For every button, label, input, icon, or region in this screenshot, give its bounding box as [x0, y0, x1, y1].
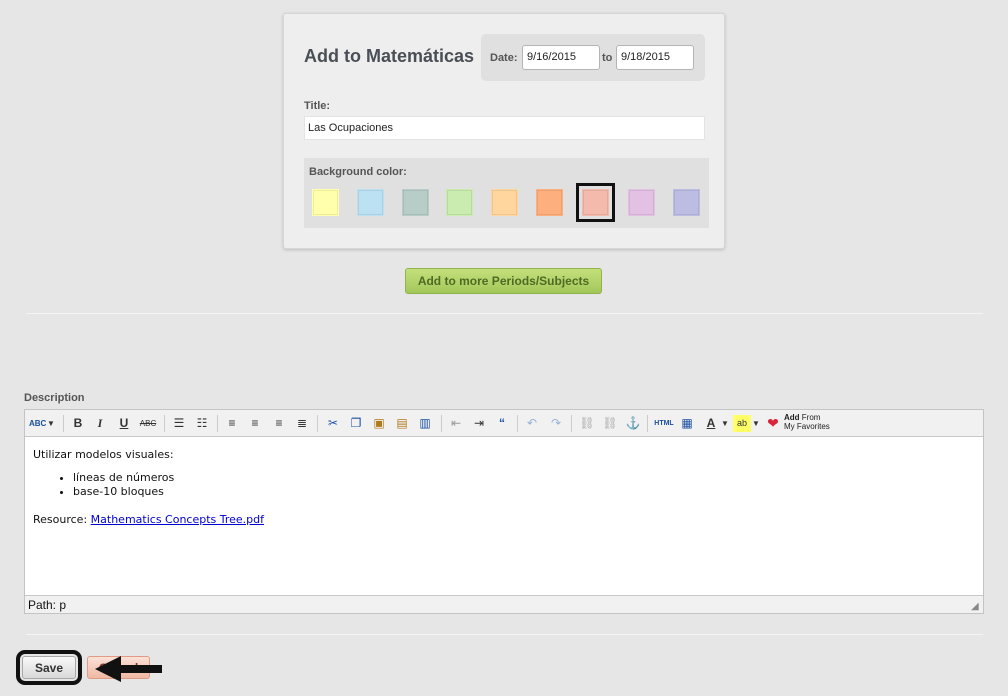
- bold-icon[interactable]: B: [70, 415, 86, 432]
- spellcheck-icon[interactable]: ABC: [29, 415, 46, 432]
- add-to-more-periods-button[interactable]: Add to more Periods/Subjects: [405, 268, 602, 294]
- toolbar-separator: [217, 415, 218, 432]
- html-source-icon[interactable]: HTML: [652, 415, 676, 432]
- list-item: base-10 bloques: [73, 485, 975, 499]
- chevron-down-icon[interactable]: ▼: [721, 415, 729, 432]
- redo-icon[interactable]: ↷: [547, 415, 565, 432]
- description-label: Description: [24, 392, 85, 404]
- title-input[interactable]: Las Ocupaciones: [304, 116, 705, 140]
- toolbar-separator: [441, 415, 442, 432]
- color-swatch-orange[interactable]: [536, 189, 563, 216]
- add-label: Add: [784, 413, 800, 422]
- editor-statusbar: Path: p ◢: [25, 595, 983, 613]
- indent-icon[interactable]: ⇥: [470, 415, 488, 432]
- chevron-down-icon[interactable]: ▼: [47, 415, 55, 432]
- add-to-subject-card: Add to Matemáticas Date: 9/16/2015 to 9/…: [283, 13, 725, 249]
- align-center-icon[interactable]: ≡: [246, 415, 264, 432]
- toolbar-separator: [517, 415, 518, 432]
- element-path: Path: p: [28, 598, 67, 612]
- background-color-label: Background color:: [309, 166, 407, 178]
- editor-content[interactable]: Utilizar modelos visuales: líneas de núm…: [25, 438, 983, 595]
- outdent-icon[interactable]: ⇤: [447, 415, 465, 432]
- blockquote-icon[interactable]: “: [493, 415, 511, 432]
- toolbar-separator: [571, 415, 572, 432]
- date-label: Date:: [490, 52, 518, 64]
- strikethrough-icon[interactable]: ABC: [138, 415, 158, 432]
- date-to-label: to: [602, 52, 613, 64]
- cut-icon[interactable]: ✂: [324, 415, 342, 432]
- undo-icon[interactable]: ↶: [523, 415, 541, 432]
- unlink-icon[interactable]: ⛓: [601, 415, 619, 432]
- save-button[interactable]: Save: [16, 650, 82, 685]
- background-color-picker: Background color:: [304, 158, 709, 228]
- toolbar-separator: [647, 415, 648, 432]
- editor-toolbar: ABC ▼ B I U ABC ☰ ☷ ≡ ≡ ≡ ≣ ✂ ❐ ▣ ▤ ▥ ⇤ …: [25, 410, 983, 437]
- add-from-favorites-button[interactable]: Add From My Favorites: [784, 413, 830, 431]
- title-label: Title:: [304, 100, 331, 112]
- color-swatch-gray-green[interactable]: [402, 189, 429, 216]
- paste-word-icon[interactable]: ▥: [416, 415, 434, 432]
- text-color-icon[interactable]: A: [701, 415, 721, 432]
- color-swatch-lavender[interactable]: [673, 189, 700, 216]
- toolbar-separator: [63, 415, 64, 432]
- paste-text-icon[interactable]: ▤: [393, 415, 411, 432]
- resource-link[interactable]: Mathematics Concepts Tree.pdf: [91, 513, 264, 526]
- divider: [26, 313, 983, 314]
- italic-icon[interactable]: I: [92, 415, 108, 432]
- date-range-box: Date: 9/16/2015 to 9/18/2015: [481, 34, 705, 81]
- color-swatch-salmon[interactable]: [576, 183, 615, 222]
- my-favorites-label: My Favorites: [784, 422, 830, 431]
- resource-label: Resource:: [33, 513, 88, 526]
- color-swatch-yellow[interactable]: [312, 189, 339, 216]
- resize-handle-icon[interactable]: ◢: [971, 601, 981, 612]
- toolbar-separator: [164, 415, 165, 432]
- numbered-list-icon[interactable]: ☷: [193, 415, 211, 432]
- heart-icon[interactable]: ❤: [764, 415, 782, 432]
- anchor-icon[interactable]: ⚓: [624, 415, 642, 432]
- from-label: From: [801, 413, 821, 422]
- content-list: líneas de números base-10 bloques: [33, 471, 975, 499]
- resource-line: Resource: Mathematics Concepts Tree.pdf: [33, 513, 975, 526]
- color-swatch-purple[interactable]: [628, 189, 655, 216]
- color-swatch-blue[interactable]: [357, 189, 384, 216]
- color-swatch-light-orange[interactable]: [491, 189, 518, 216]
- align-justify-icon[interactable]: ≣: [293, 415, 311, 432]
- date-to-input[interactable]: 9/18/2015: [616, 45, 694, 70]
- chevron-down-icon[interactable]: ▼: [752, 415, 760, 432]
- divider: [26, 634, 983, 635]
- card-title: Add to Matemáticas: [304, 46, 475, 66]
- link-icon[interactable]: ⛓: [578, 415, 596, 432]
- align-right-icon[interactable]: ≡: [270, 415, 288, 432]
- copy-icon[interactable]: ❐: [347, 415, 365, 432]
- rich-text-editor: ABC ▼ B I U ABC ☰ ☷ ≡ ≡ ≡ ≣ ✂ ❐ ▣ ▤ ▥ ⇤ …: [24, 409, 984, 614]
- paste-icon[interactable]: ▣: [370, 415, 388, 432]
- date-from-input[interactable]: 9/16/2015: [522, 45, 600, 70]
- template-icon[interactable]: ▦: [679, 415, 695, 432]
- toolbar-separator: [317, 415, 318, 432]
- color-swatch-green[interactable]: [446, 189, 473, 216]
- highlight-color-icon[interactable]: ab: [733, 415, 751, 432]
- content-intro: Utilizar modelos visuales:: [33, 448, 174, 461]
- bullet-list-icon[interactable]: ☰: [170, 415, 188, 432]
- underline-icon[interactable]: U: [116, 415, 132, 432]
- list-item: líneas de números: [73, 471, 975, 485]
- arrow-left-icon: [95, 656, 162, 682]
- align-left-icon[interactable]: ≡: [223, 415, 241, 432]
